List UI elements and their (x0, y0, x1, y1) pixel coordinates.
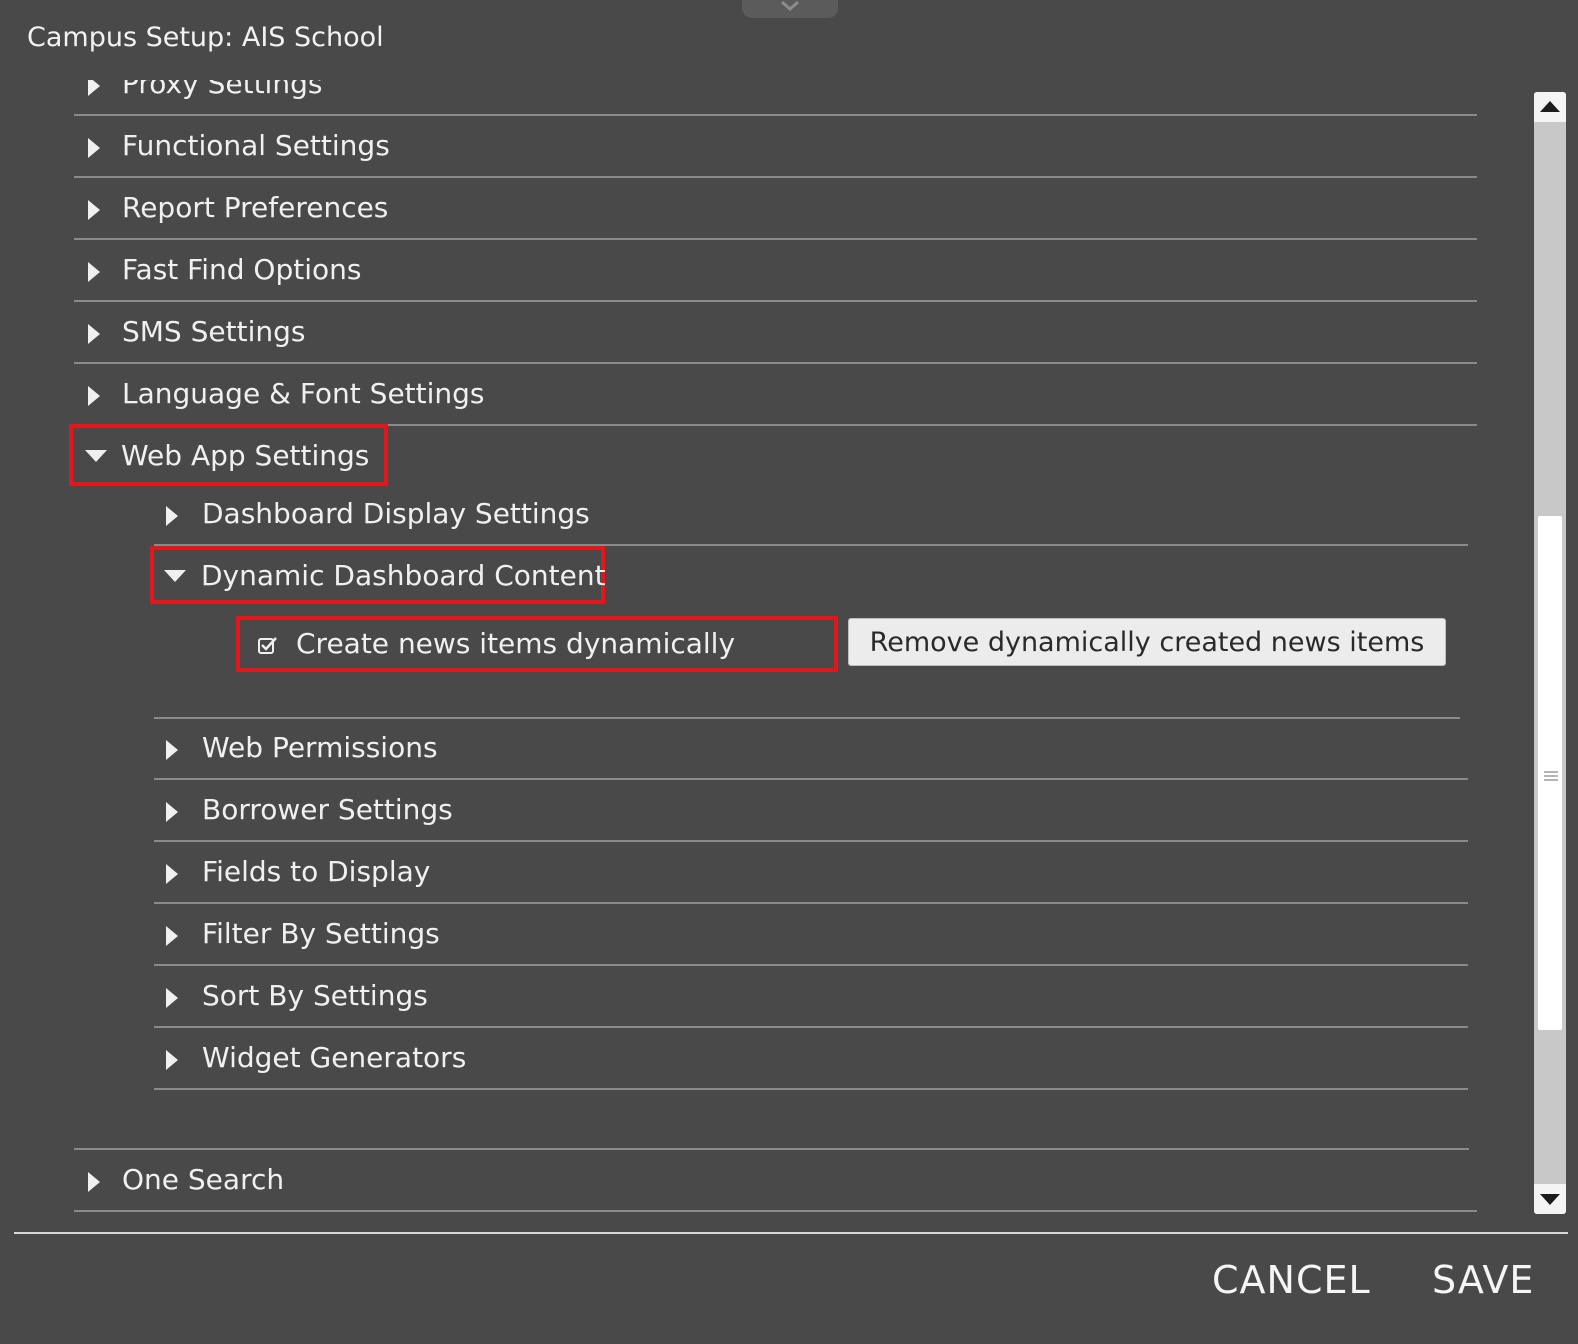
caret-right-icon (166, 1050, 178, 1070)
tree-item-fast-find-options[interactable]: Fast Find Options (74, 240, 1477, 302)
top-pull-tab[interactable] (742, 0, 838, 18)
tree-item-web-permissions[interactable]: Web Permissions (154, 718, 1468, 780)
scroll-down-button[interactable] (1534, 1184, 1566, 1214)
tree-item-widget-generators[interactable]: Widget Generators (154, 1028, 1468, 1090)
caret-down-icon (164, 570, 186, 582)
tree-item-functional-settings[interactable]: Functional Settings (74, 116, 1477, 178)
tree-item-filter-by-settings[interactable]: Filter By Settings (154, 904, 1468, 966)
caret-right-icon (88, 262, 100, 282)
tree-item-label: Fields to Display (202, 855, 431, 888)
tree-item-label: SMS Settings (122, 315, 306, 348)
tree-item-label: Dynamic Dashboard Content (201, 559, 606, 592)
footer-divider (14, 1232, 1568, 1234)
tree-item-label: Report Preferences (122, 191, 389, 224)
dialog-title: Campus Setup: AIS School (27, 22, 384, 53)
caret-right-icon (88, 1172, 100, 1192)
caret-down-icon (85, 450, 107, 462)
tree-item-fields-to-display[interactable]: Fields to Display (154, 842, 1468, 904)
caret-right-icon (88, 200, 100, 220)
create-news-checkbox-row[interactable]: Create news items dynamically (236, 616, 838, 672)
remove-news-items-button[interactable]: Remove dynamically created news items (848, 618, 1446, 666)
vertical-scrollbar[interactable] (1534, 92, 1566, 1214)
tree-item-dynamic-dashboard-content[interactable]: Dynamic Dashboard Content (150, 546, 606, 604)
grip-icon (1544, 771, 1558, 781)
caret-right-icon (166, 802, 178, 822)
tree-item-label: Language & Font Settings (122, 377, 485, 410)
checkbox-label: Create news items dynamically (296, 627, 736, 660)
scroll-up-button[interactable] (1534, 92, 1566, 122)
tree-item-label: Borrower Settings (202, 793, 453, 826)
tree-item-sms-settings[interactable]: SMS Settings (74, 302, 1477, 364)
caret-right-icon (88, 386, 100, 406)
save-button[interactable]: SAVE (1432, 1258, 1534, 1302)
tree-item-dashboard-display-settings[interactable]: Dashboard Display Settings (154, 484, 1468, 546)
triangle-up-icon (1540, 101, 1560, 112)
tree-item-label: One Search (122, 1163, 285, 1196)
tree-item-label: Functional Settings (122, 129, 390, 162)
caret-right-icon (88, 80, 100, 96)
caret-right-icon (166, 926, 178, 946)
tree-item-label: Filter By Settings (202, 917, 440, 950)
caret-right-icon (166, 864, 178, 884)
tree-item-label: Sort By Settings (202, 979, 428, 1012)
tree-item-report-preferences[interactable]: Report Preferences (74, 178, 1477, 240)
caret-right-icon (88, 138, 100, 158)
caret-right-icon (166, 988, 178, 1008)
caret-right-icon (166, 506, 178, 526)
tree-item-proxy-settings[interactable]: Proxy Settings (74, 80, 1477, 116)
scroll-thumb[interactable] (1538, 516, 1562, 1030)
chevron-down-icon (781, 0, 799, 11)
tree-item-label: Proxy Settings (122, 80, 323, 100)
tree-item-borrower-settings[interactable]: Borrower Settings (154, 780, 1468, 842)
tree-item-label: Widget Generators (202, 1041, 467, 1074)
tree-item-sort-by-settings[interactable]: Sort By Settings (154, 966, 1468, 1028)
tree-item-label: Fast Find Options (122, 253, 362, 286)
caret-right-icon (88, 324, 100, 344)
tree-item-label: Web Permissions (202, 731, 438, 764)
tree-item-one-search[interactable]: One Search (74, 1150, 1477, 1212)
cancel-button[interactable]: CANCEL (1212, 1258, 1371, 1302)
triangle-down-icon (1540, 1194, 1560, 1205)
tree-item-label: Dashboard Display Settings (202, 497, 590, 530)
checkbox-checked-icon[interactable] (258, 636, 278, 654)
tree-item-language-font-settings[interactable]: Language & Font Settings (74, 364, 1477, 426)
tree-item-web-app-settings[interactable]: Web App Settings (69, 424, 388, 486)
caret-right-icon (166, 740, 178, 760)
tree-item-label: Web App Settings (121, 439, 370, 472)
